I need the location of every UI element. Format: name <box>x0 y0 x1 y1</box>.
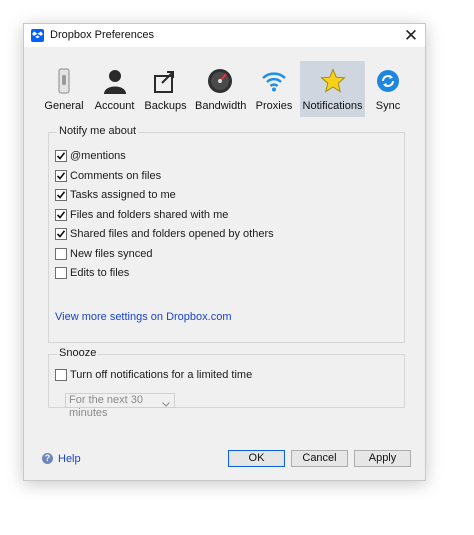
sync-icon <box>375 68 401 94</box>
tab-notifications-label: Notifications <box>302 100 363 112</box>
new-files-label: New files synced <box>70 248 153 260</box>
close-button[interactable]: ✕ <box>397 24 425 47</box>
title-bar: Dropbox Preferences ✕ <box>24 24 425 47</box>
snooze-group: Snooze Turn off notifications for a limi… <box>48 347 405 419</box>
shared-opened-label: Shared files and folders opened by other… <box>70 228 274 240</box>
snooze-label: Turn off notifications for a limited tim… <box>70 369 253 381</box>
mentions-checkbox[interactable] <box>55 150 67 162</box>
tab-bandwidth[interactable]: Bandwidth <box>195 61 247 117</box>
snooze-duration-select[interactable]: For the next 30 minutes <box>65 393 175 419</box>
tab-proxies-label: Proxies <box>255 100 293 112</box>
help-label: Help <box>58 453 81 465</box>
shared-opened-checkbox[interactable] <box>55 228 67 240</box>
notify-group-title: Notify me about <box>57 125 139 137</box>
backup-icon <box>153 68 179 94</box>
tab-bandwidth-label: Bandwidth <box>195 100 247 112</box>
tab-account-label: Account <box>94 100 135 112</box>
gauge-icon <box>207 68 233 94</box>
shared-with-me-label: Files and folders shared with me <box>70 209 229 221</box>
person-icon <box>102 68 128 94</box>
dropbox-logo-icon <box>31 29 44 42</box>
chevron-down-icon <box>162 398 170 411</box>
preferences-tabs: General Account Backups Bandwidth Proxie… <box>24 61 425 117</box>
mentions-label: @mentions <box>70 150 126 162</box>
edits-label: Edits to files <box>70 267 130 279</box>
tab-sync[interactable]: Sync <box>372 61 404 117</box>
preferences-window: Dropbox Preferences ✕ General Account Ba… <box>23 23 426 481</box>
comments-checkbox[interactable] <box>55 170 67 182</box>
new-files-checkbox[interactable] <box>55 248 67 260</box>
tasks-label: Tasks assigned to me <box>70 189 176 201</box>
wifi-icon <box>261 68 287 94</box>
notify-group: Notify me about @mentions Comments on fi… <box>48 125 405 343</box>
cancel-button[interactable]: Cancel <box>291 450 348 467</box>
star-icon <box>319 68 346 94</box>
edits-checkbox[interactable] <box>55 267 67 279</box>
snooze-duration-value: For the next 30 minutes <box>69 394 143 419</box>
apply-button[interactable]: Apply <box>354 450 411 467</box>
switch-icon <box>51 68 77 94</box>
comments-label: Comments on files <box>70 170 162 182</box>
tab-account[interactable]: Account <box>93 61 136 117</box>
snooze-checkbox[interactable] <box>55 369 67 381</box>
window-title: Dropbox Preferences <box>50 29 154 41</box>
tab-proxies[interactable]: Proxies <box>254 61 294 117</box>
tab-notifications[interactable]: Notifications <box>300 61 365 117</box>
tab-general[interactable]: General <box>41 61 87 117</box>
more-settings-link[interactable]: View more settings on Dropbox.com <box>55 311 232 323</box>
tab-backups-label: Backups <box>144 100 187 112</box>
tasks-checkbox[interactable] <box>55 189 67 201</box>
shared-with-me-checkbox[interactable] <box>55 209 67 221</box>
tab-backups[interactable]: Backups <box>143 61 188 117</box>
help-icon: ? <box>42 453 53 464</box>
snooze-group-title: Snooze <box>57 347 99 359</box>
tab-general-label: General <box>44 100 84 112</box>
tab-sync-label: Sync <box>375 100 401 112</box>
ok-button[interactable]: OK <box>228 450 285 467</box>
